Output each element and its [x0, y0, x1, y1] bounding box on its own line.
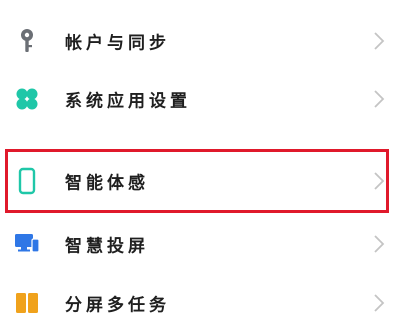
settings-page: 帐户与同步 系统应用设置 智能体感 智慧投屏 分屏多任务 [0, 0, 400, 320]
settings-item-smart-motion[interactable]: 智能体感 [0, 153, 400, 209]
settings-item-label: 智能体感 [65, 173, 149, 194]
settings-item-label: 分屏多任务 [65, 295, 170, 316]
settings-item-system-apps[interactable]: 系统应用设置 [0, 71, 400, 127]
settings-item-account-sync[interactable]: 帐户与同步 [0, 13, 400, 69]
settings-item-screen-cast[interactable]: 智慧投屏 [0, 216, 400, 272]
settings-item-label: 帐户与同步 [65, 33, 170, 54]
chevron-right-icon [374, 90, 385, 108]
chevron-right-icon [374, 294, 385, 312]
apps-clover-icon [14, 86, 40, 112]
key-icon [14, 28, 40, 54]
chevron-right-icon [374, 172, 385, 190]
settings-item-label: 系统应用设置 [65, 91, 191, 112]
screen-cast-icon [14, 231, 40, 257]
settings-item-label: 智慧投屏 [65, 236, 149, 257]
settings-item-split-screen[interactable]: 分屏多任务 [0, 275, 400, 320]
chevron-right-icon [374, 235, 385, 253]
split-screen-icon [14, 290, 40, 316]
phone-outline-icon [14, 167, 40, 195]
chevron-right-icon [374, 32, 385, 50]
